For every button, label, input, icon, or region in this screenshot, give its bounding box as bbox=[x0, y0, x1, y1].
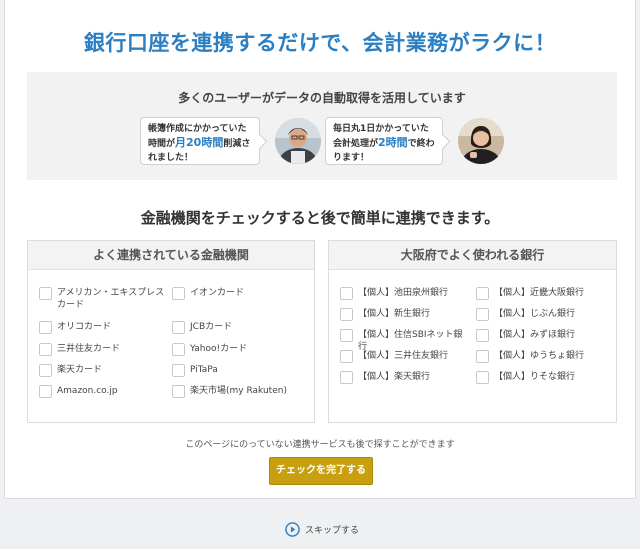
complete-check-button[interactable]: チェックを完了する bbox=[269, 457, 373, 485]
play-circle-icon bbox=[285, 522, 300, 537]
more-services-note: このページにのっていない連携サービスも後で探すことができます bbox=[185, 440, 455, 450]
checkbox-option[interactable]: オリコカード bbox=[39, 321, 167, 334]
checkbox-option[interactable]: 【個人】近畿大阪銀行 bbox=[476, 287, 614, 300]
checkbox[interactable] bbox=[476, 350, 489, 363]
checkbox[interactable] bbox=[172, 287, 185, 300]
checkbox-option[interactable]: 【個人】りそな銀行 bbox=[476, 371, 614, 384]
checkbox-option[interactable]: PiTaPa bbox=[172, 364, 312, 377]
checkbox-option[interactable]: 三井住友カード bbox=[39, 343, 167, 356]
checkbox-option[interactable]: アメリカン・エキスプレスカード bbox=[39, 287, 167, 311]
popular-institutions-panel: よく連携されている金融機関 アメリカン・エキスプレスカード オリコカード 三井住… bbox=[27, 240, 315, 423]
checkbox[interactable] bbox=[476, 287, 489, 300]
checkbox-option[interactable]: 【個人】ゆうちょ銀行 bbox=[476, 350, 614, 363]
checkbox[interactable] bbox=[340, 308, 353, 321]
checkbox-option[interactable]: Yahoo!カード bbox=[172, 343, 312, 356]
checkbox[interactable] bbox=[39, 343, 52, 356]
checkbox[interactable] bbox=[340, 371, 353, 384]
testimonial-bubble-2: 毎日丸1日かかっていた会計処理が2時間で終わります！ bbox=[325, 117, 443, 165]
checkbox-option[interactable]: 【個人】楽天銀行 bbox=[340, 371, 470, 384]
page-headline: 銀行口座を連携するだけで、会計業務がラクに！ bbox=[83, 31, 557, 55]
checkbox[interactable] bbox=[39, 364, 52, 377]
checkbox-option[interactable]: 【個人】新生銀行 bbox=[340, 308, 470, 321]
user-avatar-1 bbox=[275, 118, 321, 164]
checkbox[interactable] bbox=[476, 371, 489, 384]
checkbox[interactable] bbox=[476, 308, 489, 321]
checkbox-option[interactable]: 【個人】みずほ銀行 bbox=[476, 329, 614, 342]
checkbox-option[interactable]: Amazon.co.jp bbox=[39, 385, 167, 398]
checkbox[interactable] bbox=[172, 343, 185, 356]
main-card: 銀行口座を連携するだけで、会計業務がラクに！ 多くのユーザーがデータの自動取得を… bbox=[4, 0, 636, 499]
checkbox[interactable] bbox=[39, 287, 52, 300]
osaka-panel-title: 大阪府でよく使われる銀行 bbox=[329, 241, 616, 270]
section-title: 金融機関をチェックすると後で簡単に連携できます。 bbox=[140, 209, 500, 227]
checkbox[interactable] bbox=[172, 385, 185, 398]
checkbox[interactable] bbox=[340, 287, 353, 300]
user-testimonials: 多くのユーザーがデータの自動取得を活用しています 帳簿作成にかかっていた時間が月… bbox=[27, 72, 617, 180]
checkbox-option[interactable]: 楽天市場(my Rakuten) bbox=[172, 385, 312, 398]
popular-panel-title: よく連携されている金融機関 bbox=[28, 241, 314, 270]
user-avatar-2 bbox=[458, 118, 504, 164]
checkbox-option[interactable]: 楽天カード bbox=[39, 364, 167, 377]
skip-link[interactable]: スキップする bbox=[285, 522, 359, 537]
checkbox[interactable] bbox=[172, 364, 185, 377]
testimonials-title: 多くのユーザーがデータの自動取得を活用しています bbox=[178, 91, 466, 105]
checkbox[interactable] bbox=[476, 329, 489, 342]
checkbox[interactable] bbox=[39, 321, 52, 334]
checkbox-option[interactable]: 【個人】じぶん銀行 bbox=[476, 308, 614, 321]
testimonial-1-highlight: 月20時間 bbox=[175, 136, 224, 149]
checkbox[interactable] bbox=[39, 385, 52, 398]
testimonial-bubble-1: 帳簿作成にかかっていた時間が月20時間削減されました！ bbox=[140, 117, 260, 165]
checkbox[interactable] bbox=[340, 329, 353, 342]
checkbox-option[interactable]: イオンカード bbox=[172, 287, 312, 300]
osaka-banks-panel: 大阪府でよく使われる銀行 【個人】池田泉州銀行 【個人】新生銀行 【個人】住信S… bbox=[328, 240, 617, 423]
checkbox[interactable] bbox=[172, 321, 185, 334]
testimonial-2-highlight: 2時間 bbox=[378, 136, 408, 149]
checkbox-option[interactable]: 【個人】三井住友銀行 bbox=[340, 350, 470, 363]
checkbox[interactable] bbox=[340, 350, 353, 363]
checkbox-option[interactable]: JCBカード bbox=[172, 321, 312, 334]
checkbox-option[interactable]: 【個人】池田泉州銀行 bbox=[340, 287, 470, 300]
skip-label: スキップする bbox=[305, 526, 360, 536]
